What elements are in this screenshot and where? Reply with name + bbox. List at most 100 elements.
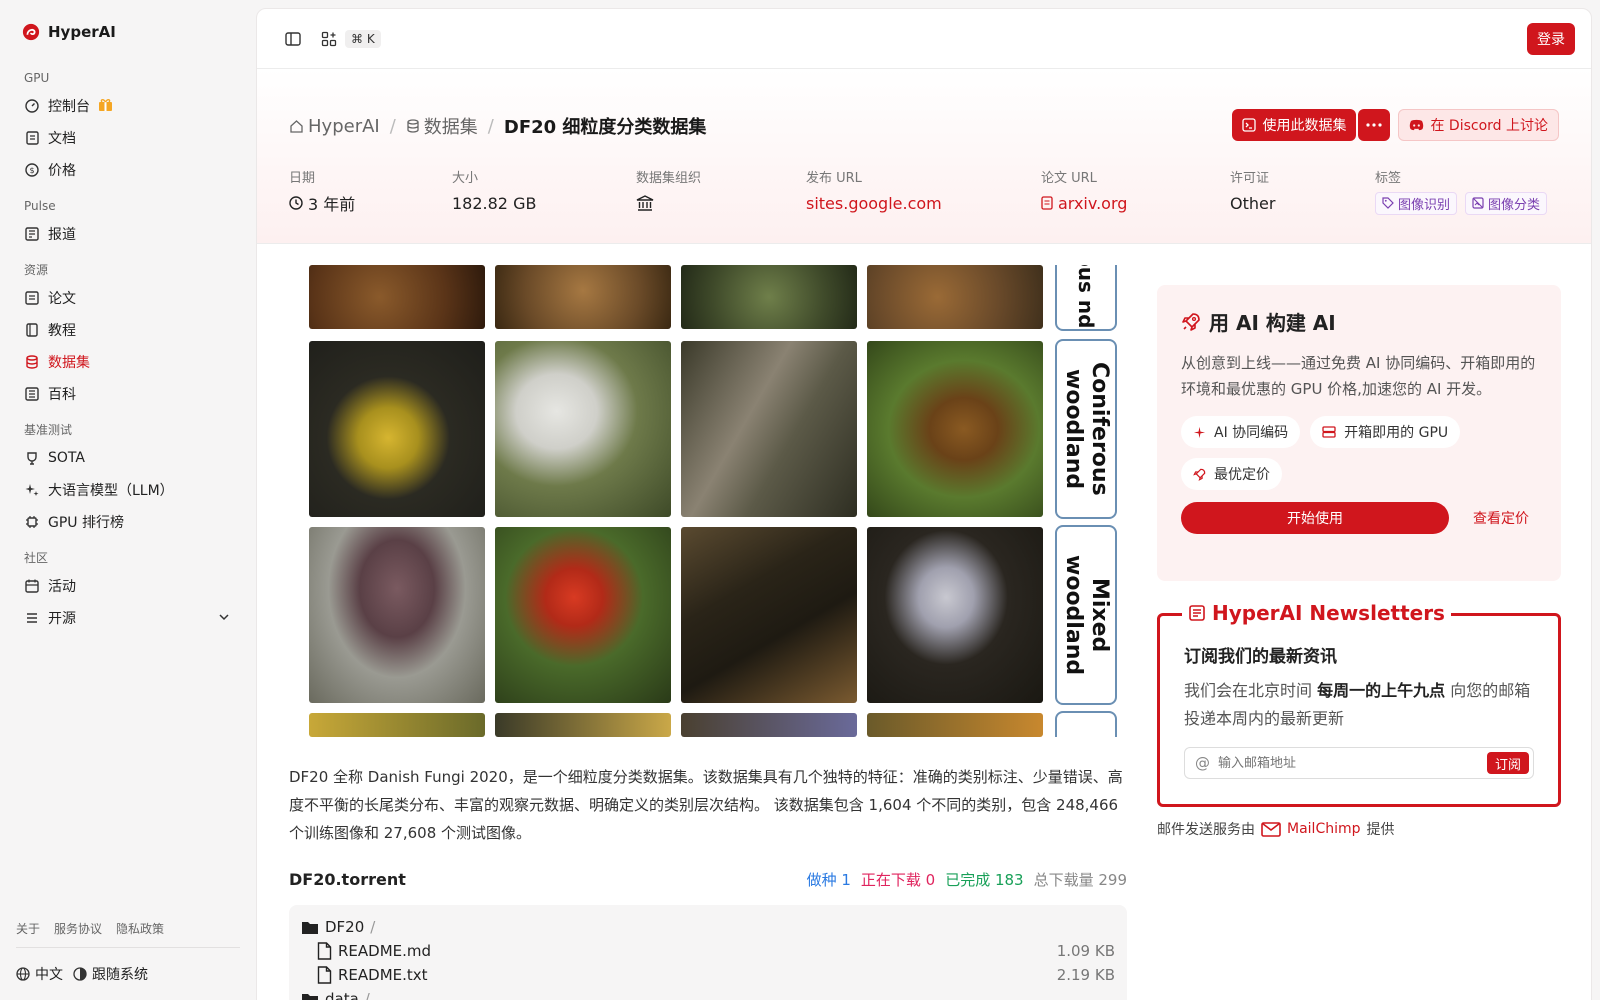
list-icon [24,610,40,626]
ai-card-description: 从创意到上线——通过免费 AI 协同编码、开箱即用的环境和最优惠的 GPU 价格… [1181,354,1536,398]
language-switch[interactable]: 中文 [16,964,63,984]
email-input[interactable] [1218,755,1487,771]
file-row[interactable]: README.txt 2.19 KB [301,963,1115,987]
svg-text:$: $ [29,166,34,175]
chevron-down-icon[interactable] [218,611,230,627]
sidebar-item-events[interactable]: 活动 [16,570,240,602]
meta-license-label: 许可证 [1230,171,1270,186]
email-subscribe-row: @ 订阅 [1184,747,1534,779]
paper-url-link[interactable]: arxiv.org [1041,192,1230,214]
sidebar-item-tutorials[interactable]: 教程 [16,314,240,346]
apps-grid-icon[interactable] [315,25,343,53]
fungi-photo [495,341,671,517]
subscribe-button[interactable]: 订阅 [1486,752,1529,774]
mailchimp-link[interactable]: MailChimp [1261,821,1361,837]
file-row[interactable]: DF20 / [301,915,1115,939]
habitat-label-text: Coniferous woodland [1061,362,1112,496]
database-icon [407,119,419,133]
at-sign-icon: @ [1195,754,1210,772]
sidebar-item-docs[interactable]: 文档 [16,122,240,154]
torrent-title[interactable]: DF20.torrent [289,870,406,889]
meta-org-value [636,192,806,214]
sidebar-item-label: 活动 [48,579,76,595]
sidebar-item-llm[interactable]: 大语言模型（LLM） [16,474,240,506]
get-started-button[interactable]: 开始使用 [1181,502,1449,534]
sidebar-item-wiki[interactable]: 百科 [16,378,240,410]
path-separator: / [370,918,376,936]
breadcrumb-separator: / [389,115,396,137]
book-icon [24,322,40,338]
brand[interactable]: HyperAI [16,0,240,64]
breadcrumb-datasets[interactable]: 数据集 [406,113,478,139]
fungi-photo [867,265,1043,329]
chip-label: 开箱即用的 GPU [1344,425,1449,441]
terminal-icon [1242,118,1257,132]
breadcrumb-home[interactable]: HyperAI [289,116,380,137]
sidebar-item-open-source[interactable]: 开源 [16,602,240,634]
sidebar-item-label: 数据集 [48,355,90,371]
fungi-photo [681,713,857,737]
fungi-photo-grid: ous nd Coniferous woodland Mixed woodlan… [307,265,1117,737]
meta-url-label: 发布 URL [806,171,862,186]
command-shortcut[interactable]: ⌘ K [345,29,381,48]
hyperai-logo-icon [22,23,40,41]
sidebar-item-label: 百科 [48,387,76,403]
more-options-button[interactable] [1358,109,1391,141]
login-button[interactable]: 登录 [1527,23,1575,55]
home-icon [290,119,303,133]
downloading-count: 正在下载 0 [860,870,936,889]
habitat-label: ous nd [1055,265,1117,331]
sidebar-item-label: 教程 [48,323,76,339]
sidebar-footer: 关于 服务协议 隐私政策 中文 跟随系统 [16,920,240,1000]
sidebar-item-pricing[interactable]: $ 价格 [16,154,240,186]
sidebar-item-datasets[interactable]: 数据集 [16,346,240,378]
calendar-icon [24,578,40,594]
institution-icon[interactable] [636,195,654,211]
sidebar-item-reports[interactable]: 报道 [16,218,240,250]
discord-discuss-button[interactable]: 在 Discord 上讨论 [1398,109,1559,141]
newsletter-desc-pre: 我们会在北京时间 [1184,681,1318,700]
meta-url: 发布 URL sites.google.com [806,167,1041,214]
sidebar-toggle-icon[interactable] [279,25,307,53]
ai-card-title: 用 AI 构建 AI [1181,307,1537,336]
fungi-photo [309,265,485,329]
tag-image-recognition[interactable]: 图像识别 [1375,191,1458,215]
meta-size-value: 182.82 GB [452,193,537,213]
footer-link-terms[interactable]: 服务协议 [54,920,102,937]
sidebar-item-papers[interactable]: 论文 [16,282,240,314]
sidebar-item-sota[interactable]: SOTA [16,442,240,474]
meta-license-value: Other [1230,193,1276,213]
sidebar-item-console[interactable]: 控制台 [16,90,240,122]
file-tree: DF20 / README.md 1.09 KB README.txt 2.19 … [289,905,1127,1000]
encyclopedia-icon [24,386,40,402]
mailchimp-label: MailChimp [1287,821,1361,837]
file-name: data [325,990,359,1000]
newsletter-legend: HyperAI Newsletters [1182,601,1451,625]
tag-image-classification[interactable]: 图像分类 [1465,191,1548,215]
use-dataset-button[interactable]: 使用此数据集 [1232,109,1357,141]
newsletter-legend-text: HyperAI Newsletters [1212,601,1445,625]
mail-service-credit: 邮件发送服务由 MailChimp 提供 [1157,819,1561,839]
tag-label: 图像分类 [1488,197,1541,213]
theme-switch[interactable]: 跟随系统 [73,964,148,984]
tag-icon [1382,197,1394,209]
sidebar-item-gpu-leaderboard[interactable]: GPU 排行榜 [16,506,240,538]
main-panel: ⌘ K 登录 HyperAI / 数据集 / DF20 细粒度分类数据集 使用此… [256,8,1592,1000]
release-url-link[interactable]: sites.google.com [806,192,1041,214]
view-pricing-link[interactable]: 查看定价 [1473,508,1529,528]
footer-link-privacy[interactable]: 隐私政策 [116,920,164,937]
path-separator: / [364,990,370,1000]
file-row[interactable]: data / [301,987,1115,1000]
file-entry: README.txt [317,966,428,984]
chip-gpu: 开箱即用的 GPU [1310,416,1461,448]
meta-org-label: 数据集组织 [636,171,702,186]
content-left: ous nd Coniferous woodland Mixed woodlan… [289,265,1127,1000]
sidebar-item-label: GPU 排行榜 [48,515,124,531]
footer-link-about[interactable]: 关于 [16,920,40,937]
seeding-count: 做种 1 [806,870,851,889]
file-row[interactable]: README.md 1.09 KB [301,939,1115,963]
file-name: DF20 [325,918,365,936]
chip-label: 最优定价 [1214,467,1270,483]
breadcrumb-separator: / [487,115,494,137]
nav-group-resources: 资源 [24,263,49,277]
